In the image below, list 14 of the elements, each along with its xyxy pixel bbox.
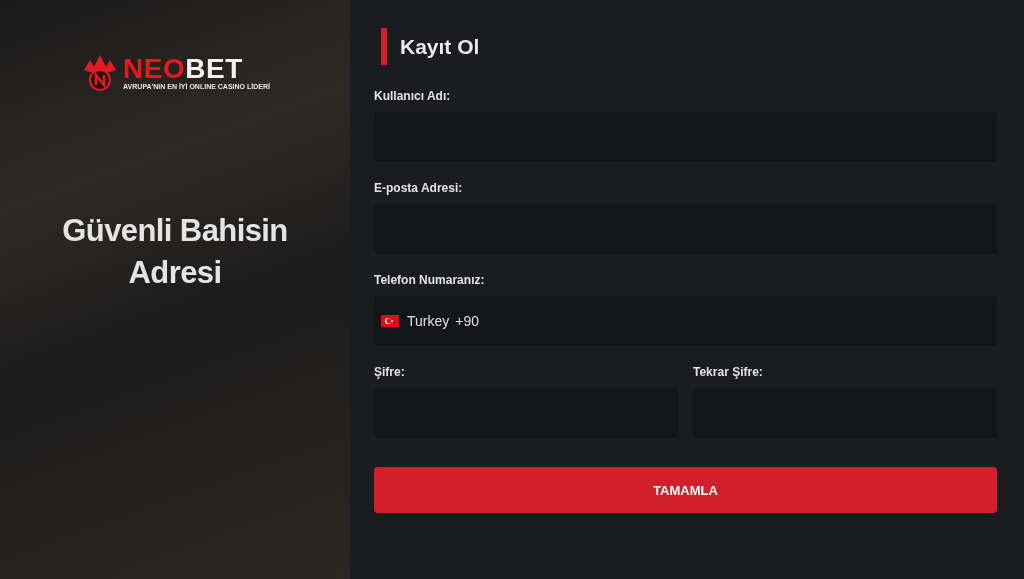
submit-button[interactable]: TAMAMLA bbox=[374, 467, 997, 513]
flag-icon bbox=[381, 315, 399, 327]
field-label: E-posta Adresi: bbox=[374, 181, 464, 195]
field-label: Tekrar Şifre: bbox=[693, 365, 764, 379]
country-code: +90 bbox=[455, 313, 480, 329]
form-title: Kayıt Ol bbox=[400, 34, 480, 59]
field-label: Kullanıcı Adı: bbox=[374, 89, 452, 103]
country-name: Turkey bbox=[407, 313, 450, 329]
field-label: Şifre: bbox=[374, 365, 406, 379]
accent-bar bbox=[381, 28, 387, 65]
phone-field[interactable]: Turkey +90 bbox=[374, 296, 997, 346]
hero-headline: Güvenli Bahisin Adresi bbox=[61, 212, 289, 292]
field-label: Telefon Numaranız: bbox=[374, 273, 486, 287]
logo-text: NEOBET bbox=[123, 54, 244, 83]
